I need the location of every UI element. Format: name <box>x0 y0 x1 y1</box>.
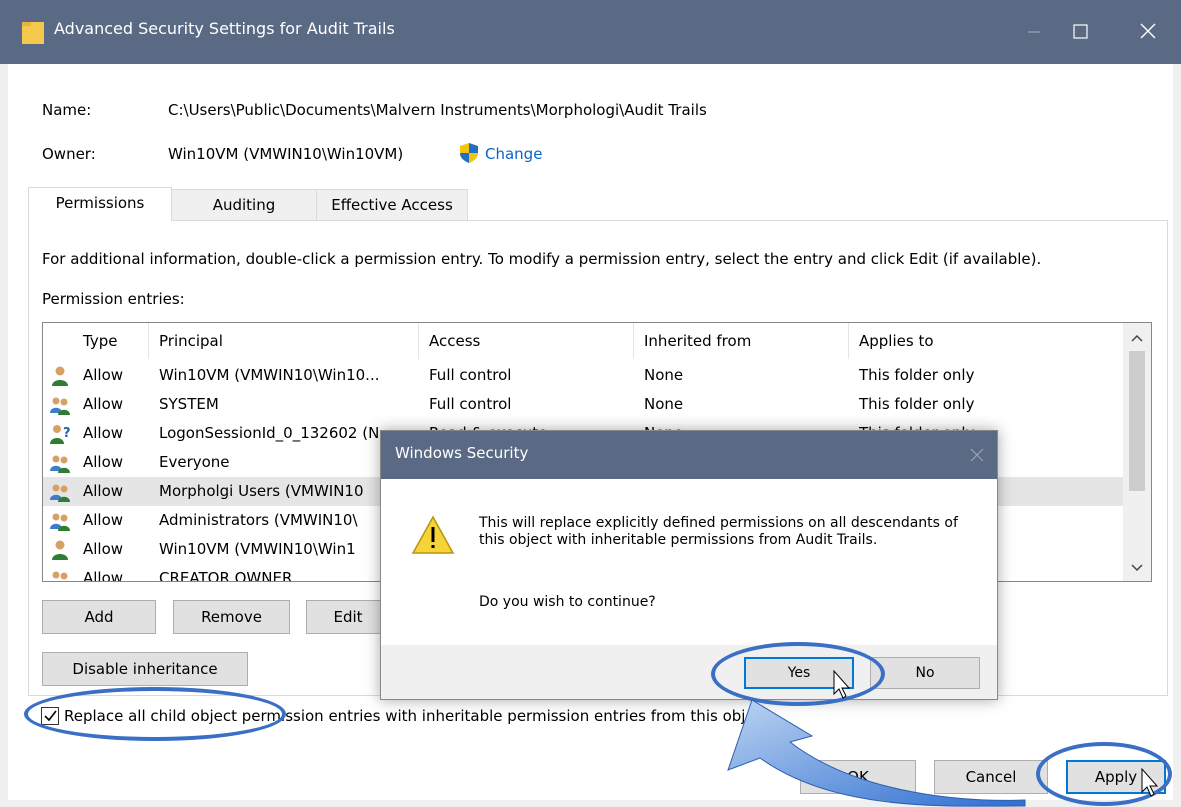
edit-button[interactable]: Edit <box>306 600 390 634</box>
row-type: Allow <box>83 366 124 384</box>
vertical-scrollbar[interactable] <box>1123 323 1151 581</box>
dialog-footer: Yes No <box>381 645 997 699</box>
dialog-close-icon[interactable] <box>969 447 985 463</box>
close-icon <box>1140 23 1156 39</box>
dialog-question: Do you wish to continue? <box>479 594 656 610</box>
owner-label: Owner: <box>42 145 96 163</box>
group-icon <box>49 481 71 503</box>
scroll-up-icon[interactable] <box>1130 333 1144 343</box>
dialog-message: This will replace explicitly defined per… <box>479 515 958 548</box>
row-applies-to: This folder only <box>859 366 975 384</box>
owner-value: Win10VM (VMWIN10\Win10VM) <box>168 145 404 163</box>
maximize-icon <box>1073 24 1088 39</box>
row-type: Allow <box>83 569 124 582</box>
permission-entries-label: Permission entries: <box>42 290 185 308</box>
table-row[interactable]: Allow Win10VM (VMWIN10\Win10... Full contr… <box>43 361 1125 390</box>
row-type: Allow <box>83 395 124 413</box>
disable-inheritance-button[interactable]: Disable inheritance <box>42 652 248 686</box>
windows-security-dialog: Windows Security This will replace expli… <box>380 430 998 700</box>
maximize-button[interactable] <box>1057 8 1103 54</box>
dialog-title-bar[interactable]: Windows Security <box>381 431 997 479</box>
title-bar[interactable]: Advanced Security Settings for Audit Tra… <box>0 0 1181 64</box>
change-owner-link[interactable]: Change <box>485 145 542 163</box>
scrollbar-thumb[interactable] <box>1129 351 1145 491</box>
column-principal[interactable]: Principal <box>149 323 419 359</box>
column-applies-to[interactable]: Applies to <box>849 323 1125 359</box>
row-applies-to: This folder only <box>859 395 975 413</box>
mouse-cursor-icon <box>1141 768 1159 797</box>
row-inherited-from: None <box>644 366 684 384</box>
row-principal: Win10VM (VMWIN10\Win10... <box>159 366 380 384</box>
user-icon <box>49 539 71 561</box>
scroll-down-icon[interactable] <box>1130 563 1144 573</box>
tab-auditing[interactable]: Auditing <box>171 189 317 221</box>
row-access: Full control <box>429 366 512 384</box>
group-icon <box>49 452 71 474</box>
row-type: Allow <box>83 540 124 558</box>
checkbox-highlight-ellipse <box>24 687 286 741</box>
name-label: Name: <box>42 101 92 119</box>
dialog-no-button[interactable]: No <box>870 657 980 689</box>
folder-icon <box>22 22 44 44</box>
remove-button[interactable]: Remove <box>173 600 290 634</box>
table-row[interactable]: Allow SYSTEM Full control None This folder o… <box>43 390 1125 419</box>
warning-icon <box>411 515 455 554</box>
group-icon <box>49 394 71 416</box>
curved-arrow-icon <box>727 700 1026 807</box>
unknown-user-icon: ? <box>49 423 71 445</box>
mouse-cursor-icon <box>833 670 851 699</box>
user-icon <box>49 365 71 387</box>
row-type: Allow <box>83 511 124 529</box>
row-type: Allow <box>83 482 124 500</box>
svg-text:?: ? <box>63 426 71 441</box>
tab-effective-access[interactable]: Effective Access <box>316 189 468 221</box>
close-button[interactable] <box>1125 8 1171 54</box>
minimize-button[interactable] <box>1011 8 1057 54</box>
uac-shield-icon <box>460 143 478 163</box>
list-header: Type Principal Access Inherited from App… <box>43 323 1125 359</box>
row-access: Full control <box>429 395 512 413</box>
row-type: Allow <box>83 453 124 471</box>
column-access[interactable]: Access <box>419 323 634 359</box>
column-type[interactable]: Type <box>73 323 149 359</box>
row-type: Allow <box>83 424 124 442</box>
tab-permissions[interactable]: Permissions <box>28 187 172 221</box>
row-principal: SYSTEM <box>159 395 219 413</box>
row-inherited-from: None <box>644 395 684 413</box>
group-icon <box>49 510 71 532</box>
name-value: C:\Users\Public\Documents\Malvern Instru… <box>168 101 707 119</box>
add-button[interactable]: Add <box>42 600 156 634</box>
column-inherited-from[interactable]: Inherited from <box>634 323 849 359</box>
advanced-security-window: Advanced Security Settings for Audit Tra… <box>0 0 1181 807</box>
dialog-title: Windows Security <box>395 444 529 462</box>
yes-highlight-ellipse <box>711 642 885 706</box>
group-icon <box>49 568 71 581</box>
window-title: Advanced Security Settings for Audit Tra… <box>54 19 395 38</box>
minimize-icon <box>1028 31 1040 33</box>
instruction-text: For additional information, double-click… <box>42 250 1042 268</box>
